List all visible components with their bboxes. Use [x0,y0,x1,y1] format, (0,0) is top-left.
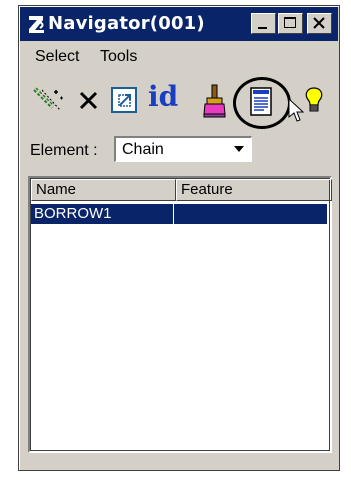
paint-brush-icon[interactable] [200,82,230,120]
column-header-feature[interactable]: Feature [176,179,332,201]
row-name-cell: BORROW1 [31,204,174,224]
report-icon[interactable] [249,86,275,118]
navigator-window: Navigator(001) Select Tools id Element:… [18,5,340,471]
menu-bar: Select Tools [20,42,338,72]
minimize-button[interactable] [251,13,276,34]
menu-select[interactable]: Select [35,48,79,66]
minimize-icon [258,27,267,29]
chevron-down-icon[interactable] [229,139,249,159]
zoom-window-icon[interactable] [110,86,138,114]
maximize-button[interactable] [278,13,303,34]
window-title: Navigator(001) [48,13,205,34]
lightbulb-icon[interactable] [303,86,325,116]
caption-buttons [249,13,332,34]
close-button[interactable] [307,13,332,34]
inroads-logo-icon [29,16,44,33]
column-header-name[interactable]: Name [31,179,176,201]
list-header: Name Feature [31,179,332,201]
close-icon [313,17,325,29]
delete-icon[interactable] [77,89,101,113]
element-dropdown[interactable]: Chain [114,136,252,162]
element-label: Element : [30,142,98,159]
toolbar: id [20,74,338,130]
element-list[interactable]: Name Feature BORROW1 [28,176,332,453]
list-row[interactable]: BORROW1 [31,204,327,224]
menu-tools[interactable]: Tools [100,48,137,66]
id-icon[interactable]: id [148,80,178,113]
select-elements-icon[interactable] [32,86,66,118]
row-feature-cell [175,204,327,224]
element-value: Chain [122,141,164,158]
title-bar[interactable]: Navigator(001) [20,7,338,41]
element-row: Element : Chain [20,134,338,168]
maximize-icon [284,17,296,28]
